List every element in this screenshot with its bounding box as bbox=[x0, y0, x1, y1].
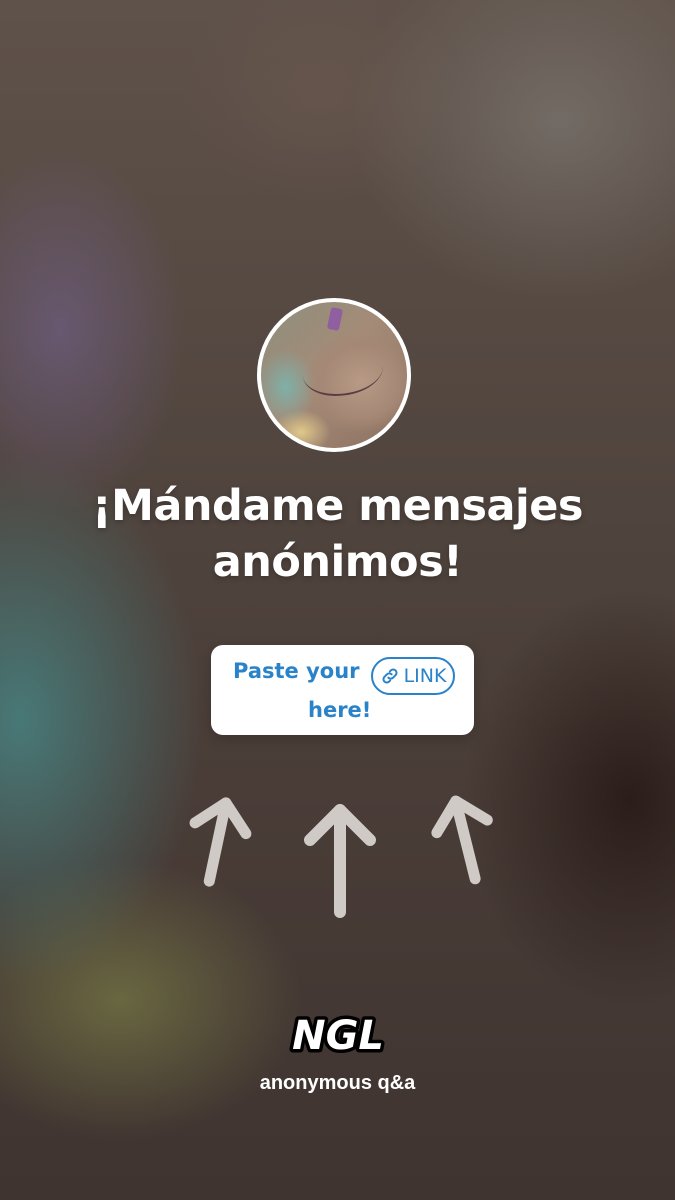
tagline: anonymous q&a bbox=[259, 1072, 416, 1094]
profile-avatar bbox=[257, 298, 411, 452]
headline: ¡Mándame mensajes anónimos! bbox=[0, 478, 675, 590]
headline-line-1: ¡Mándame mensajes bbox=[92, 481, 583, 531]
headline-line-2: anónimos! bbox=[212, 537, 463, 587]
link-label: LINK bbox=[403, 665, 447, 687]
paste-text-line-1: Paste your bbox=[233, 659, 360, 683]
arrow-up-icon bbox=[304, 804, 376, 918]
ngl-logo: NGL bbox=[0, 1003, 675, 1067]
ngl-logo-text: NGL bbox=[292, 1013, 384, 1059]
arrow-up-icon bbox=[189, 797, 252, 887]
arrow-up-icon bbox=[431, 795, 493, 885]
avatar-photo-contour bbox=[303, 346, 383, 396]
link-icon bbox=[382, 668, 398, 684]
paste-text-line-2: here! bbox=[308, 698, 372, 722]
link-pill[interactable]: LINK bbox=[371, 657, 455, 695]
avatar-photo-detail bbox=[326, 306, 344, 332]
paste-link-sticker[interactable]: Paste your LINK here! bbox=[211, 645, 474, 735]
